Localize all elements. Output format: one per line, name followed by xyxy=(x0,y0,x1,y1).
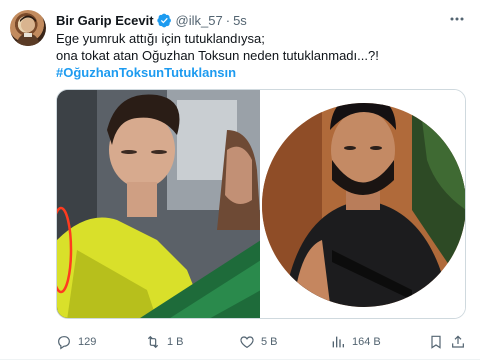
author-name[interactable]: Bir Garip Ecevit xyxy=(56,13,154,28)
media-grid[interactable] xyxy=(56,89,466,319)
reply-icon xyxy=(58,336,70,350)
share-icon xyxy=(452,335,464,348)
tweet-card[interactable]: Bir Garip Ecevit @ilk_57 · 5s Ege yumruk… xyxy=(0,0,480,360)
photo-left[interactable] xyxy=(57,90,260,318)
tweet-actions: 129 1 B 5 B 164 B xyxy=(56,332,466,352)
tweet-text: Ege yumruk attığı için tutuklandıysa; on… xyxy=(56,30,466,81)
photo-left-image xyxy=(57,90,260,318)
views-count: 164 B xyxy=(352,336,381,348)
tweet-text-line-2: ona tokat atan Oğuzhan Toksun neden tutu… xyxy=(56,48,379,63)
reply-count: 129 xyxy=(78,336,97,348)
author-handle[interactable]: @ilk_57 xyxy=(176,13,223,28)
tweet-text-line-1: Ege yumruk attığı için tutuklandıysa; xyxy=(56,31,265,46)
verified-badge-icon xyxy=(156,13,171,27)
heart-icon xyxy=(240,336,254,349)
photo-right[interactable] xyxy=(262,90,465,318)
retweet-button[interactable]: 1 B xyxy=(145,332,184,352)
tweet-header: Bir Garip Ecevit @ilk_57 · 5s xyxy=(56,10,247,30)
tweet-timestamp[interactable]: 5s xyxy=(233,13,247,28)
reply-button[interactable]: 129 xyxy=(56,332,96,352)
bookmark-icon xyxy=(431,335,441,349)
views-chart-icon xyxy=(332,336,344,348)
photo-right-image xyxy=(262,90,465,318)
bookmark-button[interactable] xyxy=(428,332,450,352)
avatar-photo xyxy=(16,15,40,46)
views-button[interactable]: 164 B xyxy=(330,332,381,352)
retweet-count: 1 B xyxy=(167,336,184,348)
header-separator: · xyxy=(225,12,231,28)
like-count: 5 B xyxy=(261,336,278,348)
avatar[interactable] xyxy=(10,10,46,46)
share-button[interactable] xyxy=(450,332,472,352)
hashtag-link[interactable]: #OğuzhanToksunTutuklansın xyxy=(56,64,466,81)
retweet-icon xyxy=(147,335,159,349)
more-dots-icon[interactable] xyxy=(446,8,468,30)
like-button[interactable]: 5 B xyxy=(239,332,278,352)
